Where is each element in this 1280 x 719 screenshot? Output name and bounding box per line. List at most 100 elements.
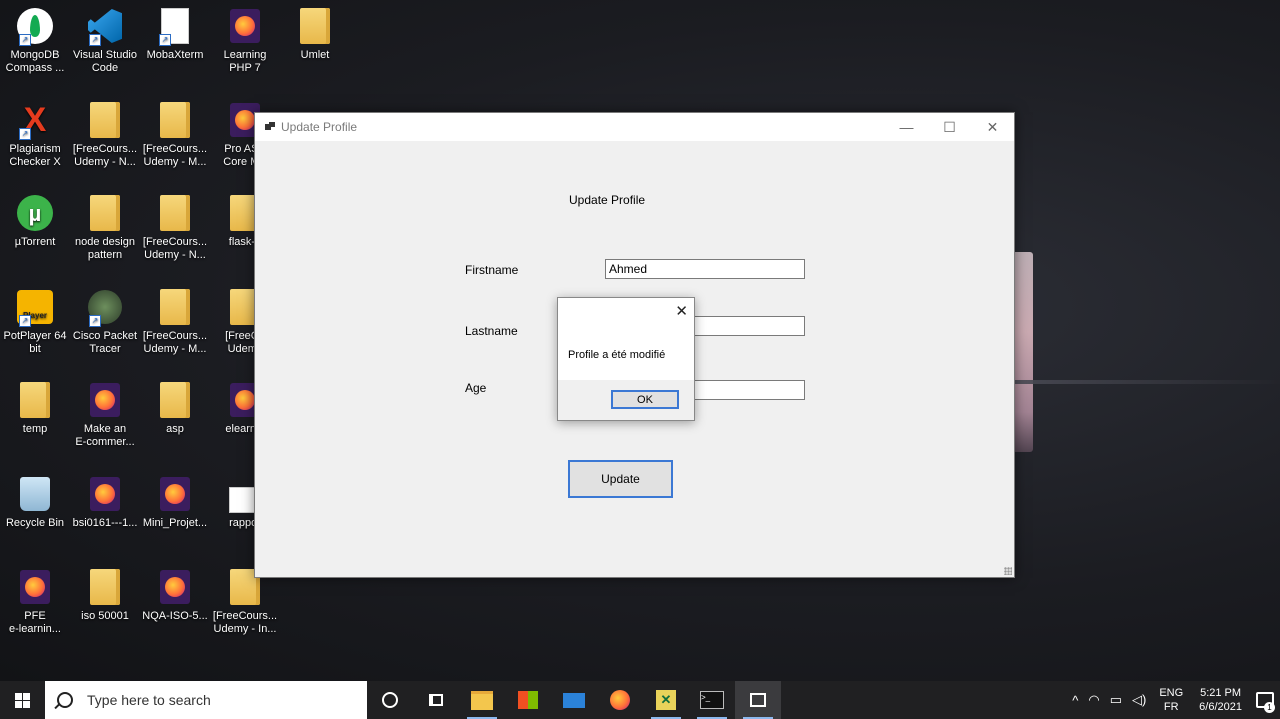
desktop-icon-label: PotPlayer 64 bit	[3, 330, 67, 355]
desktop-icon[interactable]: Player ↗ PotPlayer 64 bit	[0, 287, 70, 356]
desktop-icon[interactable]: Mini_Projet...	[140, 474, 210, 530]
cisco-packet-tracer-icon: ↗	[85, 287, 125, 327]
file-explorer-icon	[471, 690, 493, 710]
terminal-button[interactable]: >_	[689, 681, 735, 719]
mail-button[interactable]	[551, 681, 597, 719]
desktop-icon-label: [FreeCours... Udemy - M...	[142, 143, 208, 168]
message-close-button[interactable]: ✕	[675, 302, 688, 320]
taskbar-search[interactable]: Type here to search	[45, 681, 367, 719]
xd-button[interactable]: ✕	[643, 681, 689, 719]
desktop-icon-label: node design pattern	[75, 236, 135, 261]
desktop-icon[interactable]: [FreeCours... Udemy - M...	[140, 287, 210, 356]
task-view-button[interactable]	[413, 681, 459, 719]
desktop-icon[interactable]: asp	[140, 380, 210, 436]
desktop-icon-label: temp	[22, 423, 48, 435]
desktop-icon-label: asp	[166, 423, 184, 435]
firefox-icon	[85, 380, 125, 420]
desktop-icon-label: [FreeCours... Udemy - N...	[142, 236, 208, 261]
cortana-icon	[382, 692, 398, 708]
cortana-button[interactable]	[367, 681, 413, 719]
desktop-icon-label: Make an E-commer...	[75, 423, 135, 448]
vscode-icon: ↗	[85, 6, 125, 46]
window-titlebar[interactable]: Update Profile — ☐ ✕	[255, 113, 1014, 141]
windows-logo-icon	[15, 692, 30, 708]
desktop-icon[interactable]: Make an E-commer...	[70, 380, 140, 449]
volume-icon[interactable]: ◁)	[1132, 692, 1146, 708]
desktop-icon-label: iso 50001	[81, 610, 129, 622]
notification-button[interactable]: 1	[1250, 681, 1280, 719]
close-button[interactable]: ✕	[971, 113, 1014, 141]
xd-icon: ✕	[656, 690, 676, 710]
message-text: Profile a été modifié	[568, 349, 666, 361]
task-view-icon	[429, 694, 443, 706]
minimize-button[interactable]: —	[885, 113, 928, 141]
resize-grip[interactable]	[1004, 567, 1012, 575]
search-placeholder: Type here to search	[87, 692, 211, 708]
wifi-icon[interactable]: ◠	[1088, 692, 1099, 708]
desktop-icon[interactable]: X ↗ Plagiarism Checker X	[0, 100, 70, 169]
language-bottom: FR	[1163, 701, 1179, 713]
desktop-icon[interactable]: bsi0161---1...	[70, 474, 140, 530]
window-title: Update Profile	[281, 120, 358, 134]
potplayer-icon: Player ↗	[15, 287, 55, 327]
desktop-icon[interactable]: PFE e-learnin...	[0, 567, 70, 636]
app-icon	[265, 122, 275, 132]
desktop-icon[interactable]: node design pattern	[70, 193, 140, 262]
store-icon	[518, 691, 538, 709]
desktop-icon-label: Recycle Bin	[5, 517, 65, 529]
firefox-icon	[155, 567, 195, 607]
maximize-button[interactable]: ☐	[928, 113, 971, 141]
update-button[interactable]: Update	[568, 460, 673, 498]
desktop-icon[interactable]: ↗ MobaXterm	[140, 6, 210, 62]
file-icon: ↗	[155, 6, 195, 46]
wallpaper-glow	[1015, 252, 1033, 452]
firefox-button[interactable]	[597, 681, 643, 719]
folder-icon	[155, 193, 195, 233]
file-explorer-button[interactable]	[459, 681, 505, 719]
folder-icon	[155, 100, 195, 140]
desktop-icon-label: Cisco Packet Tracer	[72, 330, 138, 355]
desktop-icon[interactable]: ↗ Visual Studio Code	[70, 6, 140, 75]
desktop-icon[interactable]: [FreeCours... Udemy - M...	[140, 100, 210, 169]
store-button[interactable]	[505, 681, 551, 719]
desktop-icon[interactable]: temp	[0, 380, 70, 436]
desktop-icon[interactable]: iso 50001	[70, 567, 140, 623]
terminal-icon: >_	[700, 691, 724, 709]
folder-icon	[85, 100, 125, 140]
desktop-icon[interactable]: Recycle Bin	[0, 474, 70, 530]
folder-icon	[15, 380, 55, 420]
desktop-icon[interactable]: ↗ Cisco Packet Tracer	[70, 287, 140, 356]
message-box: ✕ Profile a été modifié OK	[557, 297, 695, 421]
firefox-icon	[15, 567, 55, 607]
clock[interactable]: 5:21 PM 6/6/2021	[1199, 686, 1242, 714]
ok-button[interactable]: OK	[611, 390, 679, 409]
clock-date: 6/6/2021	[1199, 701, 1242, 713]
lastname-label: Lastname	[465, 324, 518, 338]
desktop-icon-label: PFE e-learnin...	[9, 610, 61, 635]
desktop-icon-label: [FreeCours... Udemy - In...	[212, 610, 278, 635]
desktop-icon-label: µTorrent	[14, 236, 56, 248]
recycle-bin-icon	[15, 474, 55, 514]
desktop-icon[interactable]: [FreeCours... Udemy - N...	[70, 100, 140, 169]
desktop-icon[interactable]: Umlet	[280, 6, 350, 62]
desktop-icon[interactable]: ↗ MongoDB Compass ...	[0, 6, 70, 75]
tray-chevron-icon[interactable]: ^	[1072, 693, 1078, 708]
desktop-icon[interactable]: NQA-ISO-5...	[140, 567, 210, 623]
search-icon	[57, 692, 73, 708]
desktop-icon-label: Umlet	[300, 49, 330, 61]
desktop-icon[interactable]: Learning PHP 7	[210, 6, 280, 75]
language-indicator[interactable]: ENG FR	[1159, 686, 1183, 714]
firstname-input[interactable]	[605, 259, 805, 279]
start-button[interactable]	[0, 681, 45, 719]
desktop-icon[interactable]: [FreeCours... Udemy - N...	[140, 193, 210, 262]
desktop-icon-label: [FreeCours... Udemy - N...	[72, 143, 138, 168]
desktop-icon-label: [FreeCours... Udemy - M...	[142, 330, 208, 355]
desktop-icon-label: NQA-ISO-5...	[142, 610, 208, 622]
battery-icon[interactable]: ▭	[1110, 692, 1122, 708]
firstname-label: Firstname	[465, 263, 519, 277]
utorrent-icon: µ	[15, 193, 55, 233]
app-window-button[interactable]	[735, 681, 781, 719]
desktop-icon[interactable]: µ µTorrent	[0, 193, 70, 249]
form-title: Update Profile	[569, 193, 646, 207]
desktop-icon-label: Mini_Projet...	[142, 517, 208, 529]
